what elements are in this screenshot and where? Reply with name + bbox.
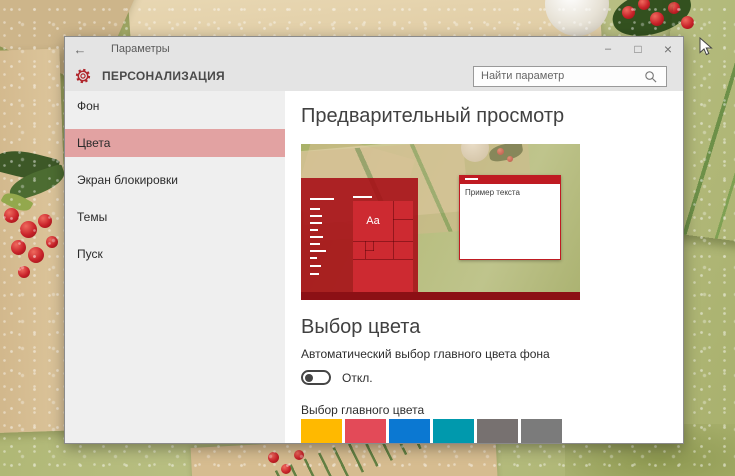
berry	[46, 236, 58, 248]
berry	[281, 464, 291, 474]
color-swatch-yellow[interactable]	[301, 419, 342, 443]
tile-grid-line	[365, 250, 374, 251]
page-title: ПЕРСОНАЛИЗАЦИЯ	[102, 69, 225, 83]
back-button[interactable]: ←	[65, 42, 95, 57]
menu-line	[310, 250, 326, 252]
settings-window: ← Параметры – □ × ПЕРСОНАЛИЗАЦИЯ Найти п…	[64, 36, 684, 444]
menu-line	[310, 222, 322, 224]
tile-grid-line	[393, 219, 413, 220]
sidebar-item-start[interactable]: Пуск	[65, 240, 285, 268]
berry	[38, 214, 52, 228]
tile-grid-line	[393, 201, 394, 259]
menu-line	[310, 265, 321, 267]
main-content: Предварительный просмотр Aa Пример текст…	[285, 91, 683, 443]
preview-app-window: Пример текста	[459, 175, 561, 260]
preview-start-menu: Aa	[301, 178, 418, 292]
preview-tile-panel: Aa	[353, 201, 413, 292]
berry	[294, 450, 304, 460]
menu-line	[310, 208, 320, 210]
menu-line	[310, 243, 320, 245]
berry	[650, 12, 664, 26]
window-title: Параметры	[111, 43, 170, 55]
preview-heading: Предварительный просмотр	[301, 105, 565, 127]
berry	[268, 452, 279, 463]
accent-color-label: Выбор главного цвета	[301, 403, 425, 417]
menu-line	[310, 229, 318, 231]
auto-color-label: Автоматический выбор главного цвета фона	[301, 347, 550, 361]
color-swatch-teal[interactable]	[433, 419, 474, 443]
minimize-button[interactable]: –	[593, 37, 623, 61]
color-swatch-blue[interactable]	[389, 419, 430, 443]
berry	[4, 208, 19, 223]
tile-grid-line	[353, 259, 413, 260]
menu-line	[310, 273, 319, 275]
berry	[28, 247, 44, 263]
menu-line	[310, 236, 323, 238]
sample-text: Пример текста	[465, 188, 520, 197]
app-header: ПЕРСОНАЛИЗАЦИЯ	[65, 61, 683, 91]
desktop-wallpaper: ← Параметры – □ × ПЕРСОНАЛИЗАЦИЯ Найти п…	[0, 0, 735, 476]
sidebar-item-background[interactable]: Фон	[65, 92, 285, 120]
menu-line	[310, 257, 317, 259]
close-button[interactable]: ×	[653, 37, 683, 61]
menu-line	[310, 198, 334, 200]
window-titlebar[interactable]: ← Параметры – □ ×	[65, 37, 683, 61]
search-input[interactable]	[474, 67, 642, 85]
gift-box-left	[0, 48, 73, 434]
berry	[622, 6, 635, 19]
color-swatch-gray[interactable]	[521, 419, 562, 443]
preview-taskbar	[301, 292, 580, 300]
tiles-header-line	[353, 196, 372, 198]
maximize-button[interactable]: □	[623, 37, 653, 61]
tile-grid-line	[353, 241, 413, 242]
berry	[11, 240, 26, 255]
preview-app-titlebar	[459, 175, 561, 184]
color-swatch-darkgray[interactable]	[477, 419, 518, 443]
toggle-knob	[305, 373, 313, 382]
sidebar-item-colors[interactable]: Цвета	[65, 129, 285, 157]
search-box	[473, 65, 667, 87]
font-preview-tile: Aa	[366, 215, 380, 227]
berry	[20, 221, 37, 238]
sidebar-item-lockscreen[interactable]: Экран блокировки	[65, 166, 285, 194]
accent-color-swatches	[301, 419, 565, 443]
sidebar: Фон Цвета Экран блокировки Темы Пуск	[65, 91, 285, 443]
gear-icon	[75, 68, 91, 84]
search-icon	[645, 70, 657, 82]
toggle-state-label: Откл.	[342, 370, 373, 385]
auto-color-toggle[interactable]	[301, 370, 331, 385]
berry	[18, 266, 30, 278]
theme-preview: Aa Пример текста	[301, 144, 580, 300]
color-swatch-red[interactable]	[345, 419, 386, 443]
mouse-cursor-icon	[699, 37, 713, 56]
color-choice-heading: Выбор цвета	[301, 316, 421, 338]
auto-color-toggle-row: Откл.	[301, 370, 373, 385]
sidebar-item-themes[interactable]: Темы	[65, 203, 285, 231]
menu-line	[310, 215, 322, 217]
menu-dash	[465, 178, 478, 180]
caption-buttons: – □ ×	[593, 37, 683, 61]
